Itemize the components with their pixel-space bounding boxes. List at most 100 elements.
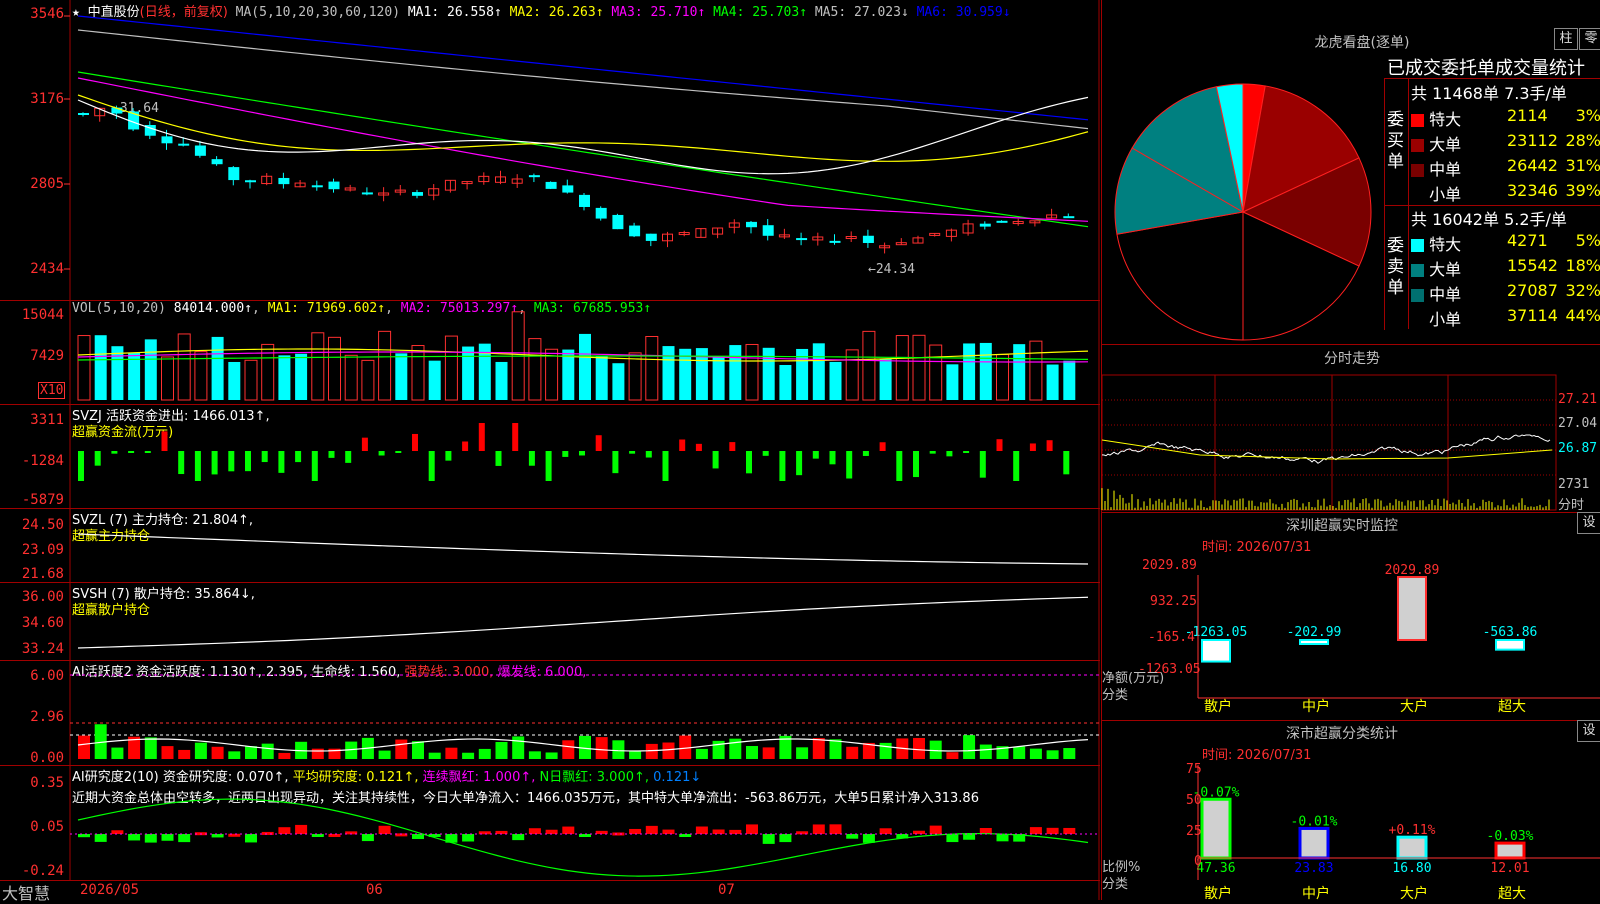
sell-xl-swatch: [1411, 239, 1424, 252]
candle-body: [245, 180, 256, 183]
sell-s-name: 小单: [1429, 310, 1462, 329]
vol-bar: [929, 344, 943, 401]
ai-research-bar: [128, 834, 141, 841]
sz-class-ytick-3: 0: [1194, 854, 1202, 869]
candle-body: [528, 175, 540, 178]
svzj-bar: [495, 451, 502, 466]
sell-l-vol: 15542: [1507, 256, 1558, 275]
sell-l-swatch: [1411, 264, 1424, 277]
sz-monitor-title: 深圳超赢实时监控: [1286, 518, 1398, 534]
intraday-title: 分时走势: [1324, 351, 1380, 367]
ai-research-bar: [645, 825, 658, 834]
ai-research-bar: [662, 829, 675, 834]
svzj-bar: [478, 423, 485, 451]
sz-monitor-cat-label: 分类: [1102, 688, 1129, 703]
ai-active-bar: [478, 748, 491, 759]
buy-l-swatch: [1411, 139, 1424, 152]
ai-active-bar: [796, 747, 809, 759]
svzj-bar: [428, 451, 435, 481]
candle-body: [996, 220, 1008, 223]
candle-body: [278, 177, 290, 185]
svzj-bar: [545, 451, 552, 481]
candle-body: [579, 194, 590, 207]
vol-bar: [729, 345, 742, 400]
sell-rows: 特大 4271 5% 大单 15542 18% 中单 27087 32% 小单 37114 44…: [1411, 231, 1600, 331]
sz-class-cat-label: 分类: [1102, 877, 1129, 892]
buy-l-pct: 28%: [1565, 131, 1600, 150]
ai-active-bar: [979, 744, 992, 759]
vol-bar: [579, 333, 591, 400]
ai-active-bar: [645, 743, 658, 759]
vol-bar: [495, 361, 508, 400]
zero-mode-button[interactable]: 零: [1579, 28, 1600, 50]
buy-side-label: 委买单: [1387, 110, 1404, 172]
candle-body: [645, 233, 657, 241]
ai-active-bar: [528, 751, 541, 759]
candle-body: [595, 207, 607, 219]
vol-bar: [444, 335, 458, 401]
svzj-bar: [144, 451, 151, 453]
ai-research-line: [77, 798, 1089, 877]
sell-m-name: 中单: [1429, 285, 1462, 304]
ai-research-bar: [629, 828, 642, 834]
sell-row-xl: 特大 4271 5%: [1411, 231, 1600, 256]
ai-active-bar: [762, 747, 775, 759]
svzj-bar: [261, 451, 268, 463]
candle-body: [78, 113, 89, 116]
buy-m-name: 中单: [1429, 160, 1462, 179]
ai-active-bar: [178, 749, 191, 759]
ai-active-bar: [395, 739, 408, 759]
vol-bar: [295, 353, 308, 400]
vol-bar: [211, 336, 224, 400]
svzj-bar: [412, 433, 418, 451]
svzj-bar: [228, 451, 235, 472]
candle-body: [1063, 216, 1075, 219]
dragon-title: 龙虎看盘(逐单): [1314, 35, 1410, 51]
vol-bar: [879, 359, 892, 400]
svzj-bar: [796, 451, 803, 476]
vol-bar: [963, 343, 976, 400]
sz-class-title: 深市超赢分类统计: [1286, 726, 1398, 742]
svzj-bar: [729, 442, 736, 451]
sell-row-l: 大单 15542 18%: [1411, 256, 1600, 281]
vol-bar: [244, 359, 258, 401]
sz-monitor-settings-button[interactable]: 设: [1577, 512, 1600, 534]
sell-m-pct: 32%: [1565, 281, 1600, 300]
vol-bar: [177, 333, 191, 401]
vol-bar: [662, 346, 675, 400]
ai-research-bar: [812, 824, 825, 834]
ai-active-bar: [1063, 748, 1076, 759]
svzl-line: [77, 533, 1089, 565]
ai-active-bar: [111, 747, 124, 759]
sz-class-settings-button[interactable]: 设: [1577, 720, 1600, 742]
candle-body: [796, 238, 808, 241]
ai-active-bar: [245, 746, 257, 759]
buy-m-vol: 26442: [1507, 156, 1558, 175]
ai-research-bar: [512, 834, 525, 841]
ai-active-bar: [695, 748, 708, 759]
intraday-panel[interactable]: 分时走势 27.21 27.04 26.87 2731 分时: [1101, 344, 1600, 513]
ai-research-bar: [929, 825, 942, 834]
candle-body: [562, 185, 574, 193]
sz-class-time: 时间: 2026/07/31: [1202, 748, 1312, 763]
svzj-bar: [929, 451, 936, 454]
ai-research-bar: [996, 834, 1009, 842]
vol-bar: [1063, 360, 1076, 400]
svzj-bar: [445, 451, 452, 461]
ai-research-bar: [862, 834, 875, 843]
sz-class-cat-3: 超大: [1498, 886, 1526, 902]
sell-l-name: 大单: [1429, 260, 1462, 279]
vol-bar: [812, 343, 825, 400]
sz-monitor-cat-1: 中户: [1302, 699, 1330, 715]
svzj-bar: [328, 451, 335, 458]
buy-l-name: 大单: [1429, 135, 1462, 154]
ma6-line: [77, 15, 1089, 121]
intraday-ytick-2: 26.87: [1558, 441, 1598, 456]
candle-body: [979, 223, 991, 227]
svzj-bar: [245, 451, 251, 472]
bar-mode-button[interactable]: 柱: [1554, 28, 1578, 50]
candle-body: [361, 192, 373, 195]
svzj-bar: [311, 451, 318, 481]
svzj-bar: [462, 441, 469, 451]
buy-s-vol: 32346: [1507, 181, 1558, 200]
